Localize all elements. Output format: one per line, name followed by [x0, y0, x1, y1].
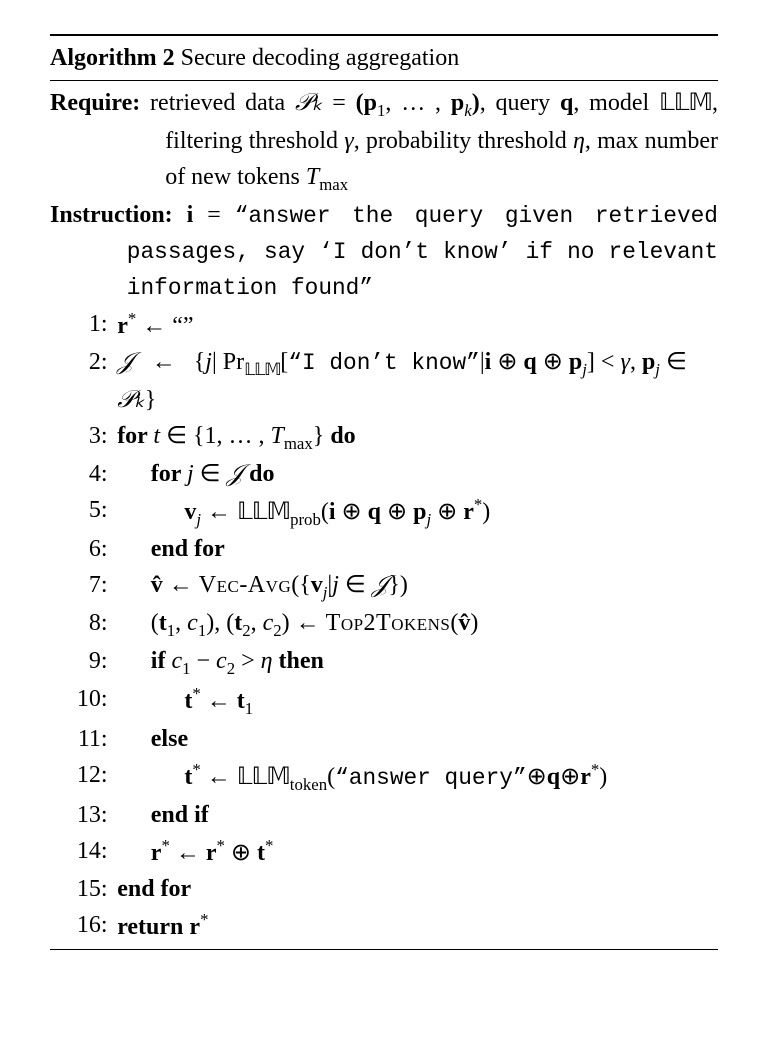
step-4: 4: for j ∈ 𝒥 do — [50, 456, 718, 492]
step-11: 11: else — [50, 721, 718, 757]
algo-steps: 1: r* ← “” 2: 𝒥 ← {j| Pr𝕃𝕃𝕄[“I don’t kno… — [50, 306, 718, 946]
step-8: 8: (t1, c1), (t2, c2) ← Top2Tokens(v̂) — [50, 605, 718, 643]
step-5: 5: vj ← 𝕃𝕃𝕄prob(i ⊕ q ⊕ pj ⊕ r*) — [50, 492, 718, 532]
algo-title: Secure decoding aggregation — [181, 45, 460, 71]
step-1: 1: r* ← “” — [50, 306, 718, 344]
step-7: 7: v̂ ← Vec-Avg({vj|j ∈ 𝒥}) — [50, 567, 718, 605]
step-9: 9: if c1 − c2 > η then — [50, 643, 718, 681]
step-13: 13: end if — [50, 797, 718, 833]
instruction-line: Instruction: i = “answer the query given… — [50, 197, 718, 306]
step-10: 10: t* ← t1 — [50, 681, 718, 721]
step-6: 6: end for — [50, 531, 718, 567]
algo-title-line: Algorithm 2 Secure decoding aggregation — [50, 40, 718, 76]
rule-top — [50, 34, 718, 36]
step-15: 15: end for — [50, 871, 718, 907]
step-3: 3: for t ∈ {1, … , Tmax} do — [50, 418, 718, 456]
require-label: Require: — [50, 90, 140, 116]
rule-bottom — [50, 949, 718, 950]
step-14: 14: r* ← r* ⊕ t* — [50, 833, 718, 871]
step-12: 12: t* ← 𝕃𝕃𝕄token(“answer query”⊕q⊕r*) — [50, 757, 718, 797]
instruction-label: Instruction: — [50, 202, 173, 228]
algo-number: Algorithm 2 — [50, 45, 175, 71]
step-16: 16: return r* — [50, 907, 718, 945]
step-2: 2: 𝒥 ← {j| Pr𝕃𝕃𝕄[“I don’t know”|i ⊕ q ⊕ … — [50, 344, 718, 418]
rule-under-title — [50, 80, 718, 81]
algorithm-block: Algorithm 2 Secure decoding aggregation … — [50, 34, 718, 950]
require-line: Require: retrieved data 𝒫ₖ = (p1, … , pk… — [50, 85, 718, 197]
